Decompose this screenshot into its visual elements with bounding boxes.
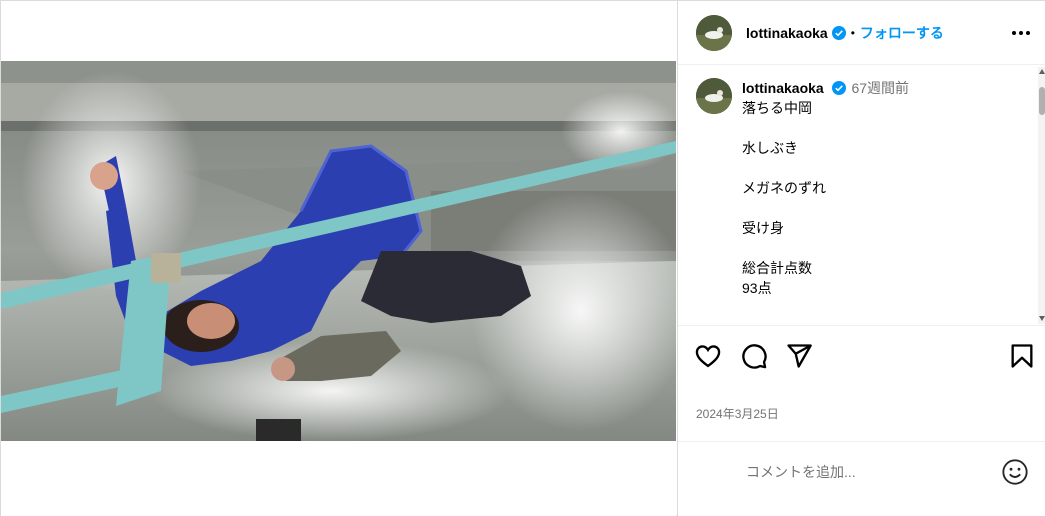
heart-icon[interactable]: [694, 342, 722, 370]
comment-box: [678, 441, 1045, 516]
caption-line: [742, 198, 1032, 218]
caption-line: 水しぶき: [742, 140, 798, 156]
caption-line: 受け身: [742, 220, 784, 236]
post-date[interactable]: 2024年3月25日: [696, 405, 779, 422]
caption-username[interactable]: lottinakaoka: [742, 80, 824, 96]
caption-line: 総合計点数: [742, 260, 812, 276]
caption-avatar[interactable]: [696, 78, 732, 114]
photo-bottom-area: [1, 441, 676, 516]
caption-line: [742, 118, 1032, 138]
post-header: lottinakaoka • フォローする: [678, 1, 1045, 65]
follow-button[interactable]: フォローする: [860, 23, 944, 43]
separator-dot: •: [850, 25, 855, 40]
instagram-post: lottinakaoka • フォローする lottinakaoka 67週間前…: [0, 0, 1045, 516]
share-paper-plane-icon[interactable]: [785, 342, 813, 370]
caption-time[interactable]: 67週間前: [851, 80, 909, 96]
caption-line: メガネのずれ: [742, 180, 826, 196]
post-sidebar: lottinakaoka • フォローする lottinakaoka 67週間前…: [677, 1, 1045, 516]
action-bar: [678, 325, 1045, 385]
verified-badge-icon: [831, 81, 846, 95]
scroll-down-arrow-icon[interactable]: [1038, 313, 1045, 323]
caption-line: 93点: [742, 280, 772, 296]
caption-line: [742, 158, 1032, 178]
photo-illustration: [1, 61, 676, 441]
header-username[interactable]: lottinakaoka: [746, 25, 828, 41]
scrollbar-thumb[interactable]: [1039, 87, 1045, 115]
caption-area: lottinakaoka 67週間前 落ちる中岡 水しぶき メガネのずれ 受け身: [678, 66, 1045, 324]
caption: lottinakaoka 67週間前 落ちる中岡 水しぶき メガネのずれ 受け身: [696, 78, 1032, 298]
scroll-up-arrow-icon[interactable]: [1038, 67, 1045, 77]
post-photo[interactable]: [1, 61, 676, 441]
bookmark-icon[interactable]: [1008, 342, 1036, 370]
emoji-smiley-icon[interactable]: [1001, 458, 1029, 486]
more-horizontal-icon[interactable]: [1009, 21, 1033, 45]
verified-badge-icon: [831, 25, 846, 40]
caption-line: [742, 238, 1032, 258]
comment-input[interactable]: [746, 460, 986, 484]
avatar[interactable]: [696, 14, 732, 51]
comment-icon[interactable]: [740, 342, 768, 370]
caption-body: lottinakaoka 67週間前 落ちる中岡 水しぶき メガネのずれ 受け身: [742, 78, 1032, 298]
caption-header: lottinakaoka 67週間前: [742, 78, 1032, 98]
caption-line: 落ちる中岡: [742, 100, 812, 116]
